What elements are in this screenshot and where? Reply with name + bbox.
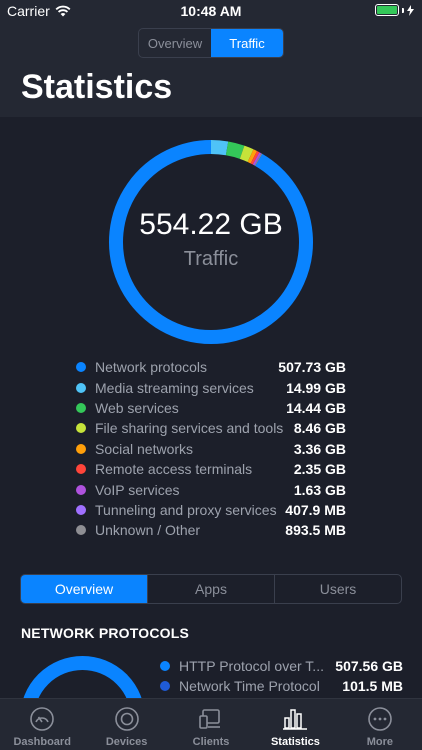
charging-bolt-icon <box>407 4 414 16</box>
legend-value: 2.35 GB <box>293 461 346 478</box>
protocol-value: 507.56 GB <box>335 658 403 674</box>
legend-row-web-services[interactable]: Web services 14.44 GB <box>76 398 346 418</box>
legend-name: VoIP services <box>95 481 180 498</box>
donut-slice-2 <box>225 141 245 159</box>
clients-icon <box>198 706 224 732</box>
tab-devices[interactable]: Devices <box>84 699 168 750</box>
legend-name: Remote access terminals <box>95 461 253 478</box>
legend-name: Media streaming services <box>95 379 254 396</box>
legend-name: Tunneling and proxy services <box>95 501 277 518</box>
legend-value: 407.9 MB <box>285 501 346 518</box>
segment-overview[interactable]: Overview <box>139 29 211 57</box>
legend-value: 3.36 GB <box>293 440 346 457</box>
tab-label: More <box>366 736 393 748</box>
total-traffic-label: Traffic <box>183 248 239 270</box>
page-title: Statistics <box>21 68 173 106</box>
legend-value: 14.44 GB <box>286 399 346 416</box>
legend-dot <box>76 423 86 434</box>
legend-row-remote-access[interactable]: Remote access terminals 2.35 GB <box>76 459 346 479</box>
legend-dot <box>160 661 170 671</box>
legend-value: 14.99 GB <box>286 379 346 396</box>
segment-overview-detail[interactable]: Overview <box>21 575 147 603</box>
donut-slice-0 <box>109 140 313 344</box>
statistics-bar-chart-icon <box>282 706 308 732</box>
donut-slice-1 <box>210 140 229 156</box>
tab-more[interactable]: More <box>338 699 422 750</box>
tab-dashboard[interactable]: Dashboard <box>0 699 84 750</box>
legend-row-voip[interactable]: VoIP services 1.63 GB <box>76 479 346 499</box>
tab-statistics[interactable]: Statistics <box>253 699 337 750</box>
more-ellipsis-icon <box>367 706 393 732</box>
protocols-legend: HTTP Protocol over T... 507.56 GB Networ… <box>160 656 403 696</box>
legend-value: 507.73 GB <box>278 359 346 376</box>
legend-dot <box>76 362 86 373</box>
legend-value: 1.63 GB <box>293 481 346 498</box>
detail-segmented-control: Overview Apps Users <box>20 574 402 604</box>
segment-traffic[interactable]: Traffic <box>211 29 283 57</box>
legend-row-network-protocols[interactable]: Network protocols 507.73 GB <box>76 357 346 377</box>
legend-dot <box>76 464 86 475</box>
legend-row-tunneling-proxy[interactable]: Tunneling and proxy services 407.9 MB <box>76 500 346 520</box>
dashboard-gauge-icon <box>29 706 55 732</box>
status-bar: Carrier 10:48 AM <box>0 0 422 22</box>
legend-name: File sharing services and tools <box>95 420 284 437</box>
protocol-name: Network Time Protocol <box>179 678 320 694</box>
legend-dot <box>160 681 170 691</box>
protocol-name: HTTP Protocol over T... <box>179 658 324 674</box>
view-segmented-control: Overview Traffic <box>138 28 284 58</box>
legend-row-social-networks[interactable]: Social networks 3.36 GB <box>76 439 346 459</box>
protocol-value: 101.5 MB <box>342 678 403 694</box>
legend-row-file-sharing[interactable]: File sharing services and tools 8.46 GB <box>76 418 346 438</box>
legend-value: 893.5 MB <box>285 522 346 539</box>
total-traffic-value: 554.22 GB <box>139 208 283 241</box>
legend-name: Web services <box>95 399 179 416</box>
legend-value: 8.46 GB <box>293 420 346 437</box>
tab-label: Devices <box>105 736 148 748</box>
legend-dot <box>76 402 86 413</box>
segment-apps[interactable]: Apps <box>147 575 274 603</box>
legend-dot <box>76 525 86 536</box>
legend-row-unknown-other[interactable]: Unknown / Other 893.5 MB <box>76 520 346 540</box>
legend-name: Network protocols <box>95 359 208 376</box>
tab-label: Statistics <box>270 736 320 748</box>
devices-icon <box>114 706 140 732</box>
legend-dot <box>76 504 86 515</box>
donut-slice-3 <box>239 145 254 163</box>
segment-users[interactable]: Users <box>274 575 401 603</box>
legend-dot <box>76 382 86 393</box>
traffic-legend: Network protocols 507.73 GB Media stream… <box>76 357 346 541</box>
tab-label: Clients <box>192 736 230 748</box>
traffic-donut-chart <box>109 140 313 344</box>
clock: 10:48 AM <box>180 3 242 19</box>
legend-dot <box>76 484 86 495</box>
protocol-row-http[interactable]: HTTP Protocol over T... 507.56 GB <box>160 656 403 676</box>
battery-icon <box>375 4 414 16</box>
section-title: NETWORK PROTOCOLS <box>21 625 190 641</box>
legend-name: Social networks <box>95 440 194 457</box>
legend-dot <box>76 443 86 454</box>
tab-label: Dashboard <box>13 736 71 748</box>
legend-row-media-streaming[interactable]: Media streaming services 14.99 GB <box>76 377 346 397</box>
donut-slice-6 <box>252 152 262 166</box>
legend-name: Unknown / Other <box>95 522 201 539</box>
protocol-row-ntp[interactable]: Network Time Protocol 101.5 MB <box>160 676 403 696</box>
donut-slice-5 <box>250 150 260 165</box>
tab-bar: Dashboard Devices Clients Statistics Mor… <box>0 698 422 750</box>
donut-slice-4 <box>247 149 257 164</box>
tab-clients[interactable]: Clients <box>169 699 253 750</box>
